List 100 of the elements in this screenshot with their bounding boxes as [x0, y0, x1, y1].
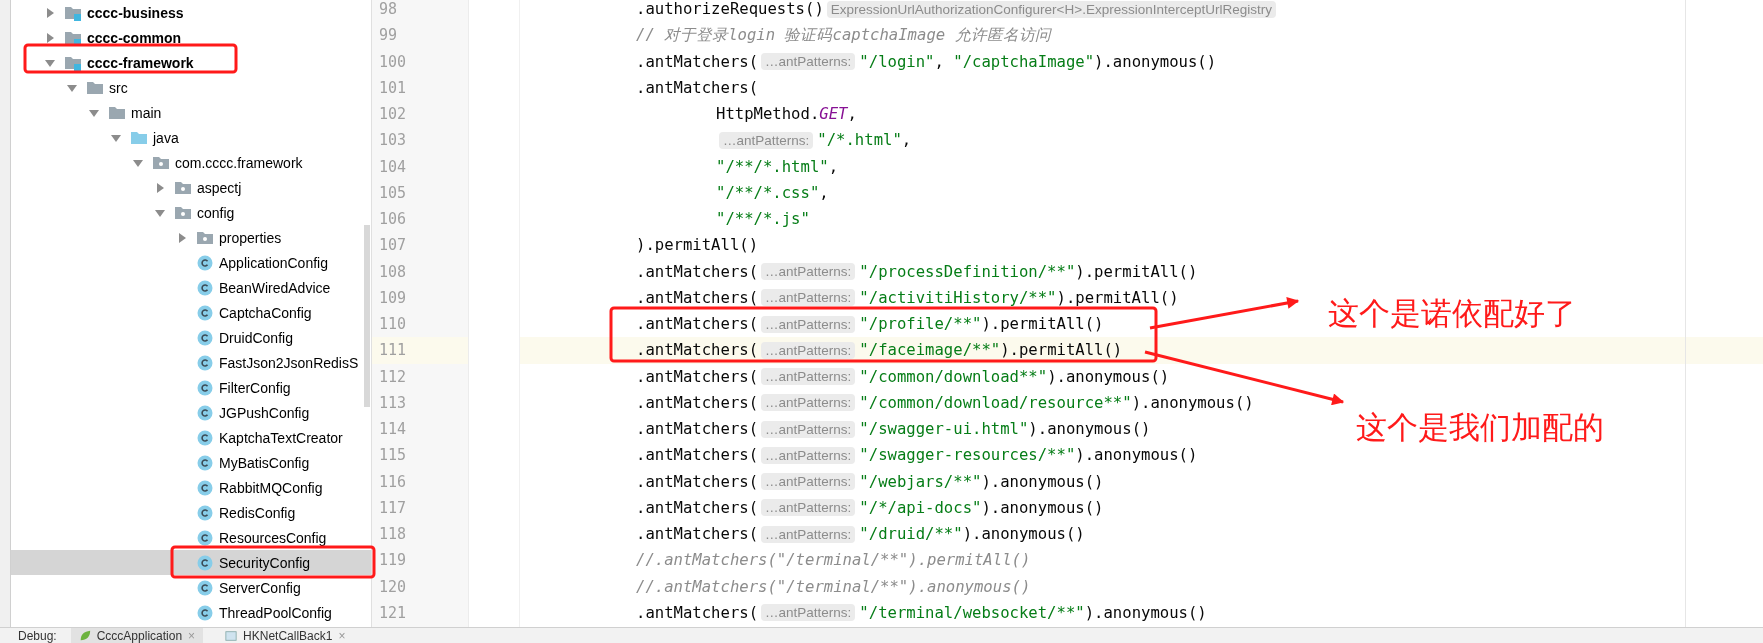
line-number: 100 [378, 51, 408, 73]
package-folder-icon [174, 204, 192, 221]
tree-item[interactable]: aspectj [11, 175, 371, 200]
module-folder-icon [64, 4, 82, 21]
line-number: 111 [372, 337, 468, 364]
class-icon [196, 354, 214, 371]
tree-item[interactable]: ServerConfig [11, 575, 371, 600]
debug-tab[interactable]: CcccApplication × [70, 628, 204, 643]
code-line: .antMatchers( [635, 77, 760, 99]
line-number: 112 [378, 366, 408, 388]
code-line: "/**/*.html", [715, 156, 840, 178]
annotation-text: 这个是诺依配好了 [1328, 294, 1576, 333]
class-icon [196, 554, 214, 571]
class-icon [196, 254, 214, 271]
line-number: 105 [378, 182, 408, 204]
window-icon [225, 630, 238, 642]
folder-icon [108, 104, 126, 121]
line-number: 110 [378, 314, 408, 336]
tree-item[interactable]: com.cccc.framework [11, 150, 371, 175]
package-folder-icon [152, 154, 170, 171]
line-number: 114 [378, 419, 408, 441]
line-number: 115 [378, 445, 408, 467]
tree-item[interactable]: FastJson2JsonRedisS [11, 350, 371, 375]
annotation-text: 这个是我们加配的 [1356, 408, 1604, 447]
class-icon [196, 579, 214, 596]
code-line: // 对于登录login 验证码captchaImage 允许匿名访问 [635, 24, 1053, 46]
line-number: 117 [378, 497, 408, 519]
code-line: .antMatchers( …antPatterns: "/processDefinition/**").permitAll() [635, 261, 1199, 283]
line-number: 106 [378, 209, 408, 231]
line-number: 113 [378, 392, 408, 414]
tree-item[interactable]: RabbitMQConfig [11, 475, 371, 500]
tree-item[interactable]: SecurityConfig [11, 550, 371, 575]
line-number: 99 [378, 25, 399, 47]
collapsed-arrow-icon[interactable] [44, 31, 56, 44]
tree-item[interactable]: cccc-common [11, 25, 371, 50]
class-icon [196, 329, 214, 346]
code-line: HttpMethod.GET, [715, 104, 858, 126]
code-line: .antMatchers( …antPatterns: "/druid/**").anonymous() [635, 524, 1086, 546]
line-number: 102 [378, 104, 408, 126]
tree-item[interactable]: ApplicationConfig [11, 250, 371, 275]
line-number: 120 [378, 576, 408, 598]
line-number: 98 [378, 0, 399, 21]
code-line: …antPatterns: "/*.html", [520, 127, 1763, 154]
line-number: 107 [378, 235, 408, 257]
class-icon [196, 279, 214, 296]
code-line: //.antMatchers("/terminal/**").permitAll() [635, 550, 1032, 572]
debug-tab[interactable]: HKNetCallBack1 × [217, 628, 354, 643]
tree-item[interactable]: DruidConfig [11, 325, 371, 350]
line-number: 101 [378, 77, 408, 99]
tree-item[interactable]: java [11, 125, 371, 150]
tree-item[interactable]: cccc-framework [11, 50, 371, 75]
tree-item[interactable]: MyBatisConfig [11, 450, 371, 475]
tree-item[interactable]: ResourcesConfig [11, 525, 371, 550]
tree-item[interactable]: BeanWiredAdvice [11, 275, 371, 300]
class-icon [196, 529, 214, 546]
tree-item[interactable]: src [11, 75, 371, 100]
class-icon [196, 479, 214, 496]
class-icon [196, 454, 214, 471]
collapsed-arrow-icon[interactable] [176, 231, 188, 244]
collapsed-arrow-icon[interactable] [154, 181, 166, 194]
scrollbar-thumb[interactable] [364, 225, 370, 407]
tree-item[interactable]: properties [11, 225, 371, 250]
tree-item[interactable]: KaptchaTextCreator [11, 425, 371, 450]
line-number: 118 [378, 524, 408, 546]
package-folder-icon [174, 179, 192, 196]
class-icon [196, 304, 214, 321]
tree-item[interactable]: JGPushConfig [11, 400, 371, 425]
line-number: 119 [378, 550, 408, 572]
module-folder-icon [64, 54, 82, 71]
code-line: ).permitAll() [635, 235, 760, 257]
code-line: .antMatchers( …antPatterns: "/terminal/websocket/**").anonymous() [635, 602, 1208, 624]
tree-item[interactable]: FilterConfig [11, 375, 371, 400]
line-number: 121 [378, 602, 408, 624]
collapsed-arrow-icon[interactable] [44, 6, 56, 19]
tree-item[interactable]: config [11, 200, 371, 225]
line-number: 104 [378, 156, 408, 178]
folder-icon [86, 79, 104, 96]
code-line: .antMatchers( …antPatterns: "/swagger-resources/**").anonymous() [635, 445, 1199, 467]
line-number: 116 [378, 471, 408, 493]
tree-item[interactable]: cccc-business [11, 0, 371, 25]
class-icon [196, 429, 214, 446]
tree-item[interactable]: ThreadPoolConfig [11, 600, 371, 625]
tree-item[interactable]: CaptchaConfig [11, 300, 371, 325]
code-line: .authorizeRequests() ExpressionUrlAuthorizationConfigurer<H>.ExpressionInterceptUrlRegistry [520, 0, 1763, 23]
package-folder-icon [196, 229, 214, 246]
class-icon [196, 379, 214, 396]
code-line: .antMatchers( …antPatterns: "/webjars/**").anonymous() [635, 471, 1105, 493]
code-line: "/**/*.css", [715, 182, 830, 204]
code-line: .antMatchers( …antPatterns: "/common/download/resource**").anonymous() [635, 392, 1255, 414]
line-number: 108 [378, 261, 408, 283]
module-folder-icon [64, 29, 82, 46]
tree-item[interactable]: main [11, 100, 371, 125]
code-line: .antMatchers( …antPatterns: "/activitiHistory/**").permitAll() [635, 287, 1180, 309]
class-icon [196, 604, 214, 621]
class-icon [196, 404, 214, 421]
code-line: "/**/*.js" [715, 209, 811, 231]
line-number: 103 [378, 130, 408, 152]
code-line: .antMatchers( …antPatterns: "/common/download**").anonymous() [635, 366, 1171, 388]
tree-item[interactable]: RedisConfig [11, 500, 371, 525]
folder-icon [130, 129, 148, 146]
